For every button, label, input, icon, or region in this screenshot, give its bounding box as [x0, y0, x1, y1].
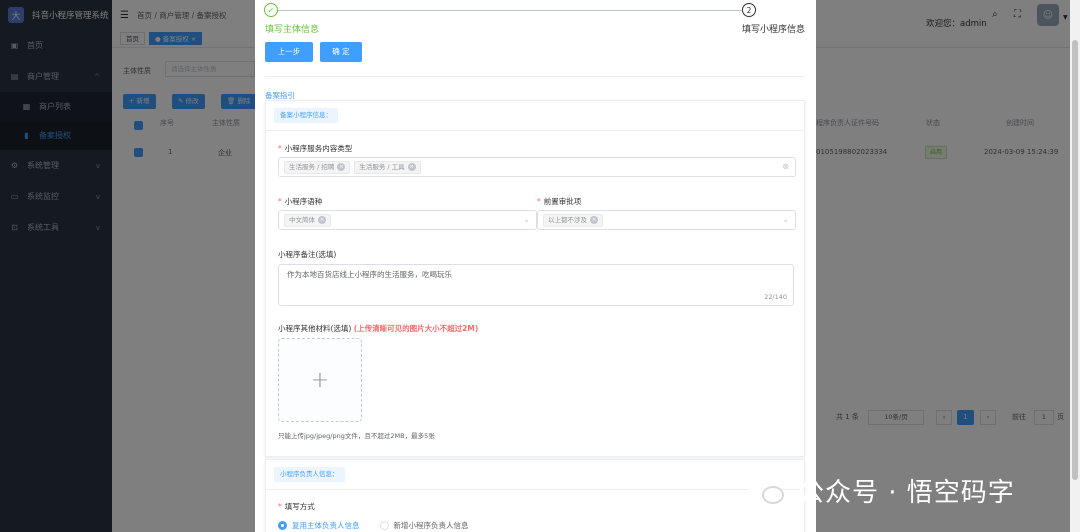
service-type-select[interactable]: 生活服务 / 招聘 × 生活服务 / 工具 × ⊗ [278, 157, 796, 177]
service-chip: 生活服务 / 招聘 × [284, 160, 351, 174]
step2-number: 2 [742, 3, 756, 17]
prev-step-button[interactable]: 上一步 [265, 42, 313, 62]
close-icon[interactable]: × [318, 216, 326, 224]
scrollbar-thumb[interactable] [1072, 40, 1078, 480]
language-select[interactable]: 中文简体 × ⌄ [278, 210, 537, 230]
clear-icon[interactable]: ⊗ [782, 162, 789, 171]
radio-new-label[interactable]: 新增小程序负责人信息 [394, 520, 469, 531]
language-chip: 中文简体 × [284, 213, 331, 227]
plus-icon: + [310, 367, 330, 393]
radio-new[interactable] [379, 521, 389, 530]
chevron-down-icon: ⌄ [782, 215, 789, 224]
service-chip: 生活服务 / 工具 × [354, 160, 421, 174]
radio-reuse-label[interactable]: 复用主体负责人信息 [292, 520, 360, 531]
steps-line [277, 10, 743, 11]
card-title: 备案小程序信息： [274, 108, 338, 123]
divider [265, 76, 805, 77]
wechat-icon [748, 476, 788, 506]
card-title: 小程序负责人信息： [274, 467, 345, 482]
material-label: 小程序其他材料(选填) (上传清晰可见的图片大小不超过2M) [278, 324, 479, 333]
confirm-button[interactable]: 确 定 [320, 42, 362, 62]
owner-info-card: 小程序负责人信息： * 填写方式 复用主体负责人信息 新增小程序负责人信息 [265, 459, 805, 532]
watermark-text: 公众号 · 悟空码字 [798, 478, 1015, 508]
pre-approval-label: * 前置审批项 [537, 197, 582, 206]
step1-check-icon: ✓ [264, 3, 278, 17]
divider [266, 130, 804, 131]
divider [266, 489, 804, 490]
remark-text: 作为本地百货店线上小程序的生活服务，吃喝玩乐 [287, 270, 452, 279]
close-icon[interactable]: × [407, 163, 416, 171]
radio-reuse[interactable] [278, 521, 287, 530]
remark-textarea[interactable]: 作为本地百货店线上小程序的生活服务，吃喝玩乐 22/140 [278, 264, 794, 306]
upload-tip: 只能上传jpg/jpeg/png文件，且不超过2MB，最多5张 [278, 432, 435, 440]
language-label: * 小程序语种 [278, 197, 323, 206]
step2-title: 填写小程序信息 [742, 25, 806, 35]
watermark: 公众号 · 悟空码字 [748, 472, 1015, 509]
close-icon[interactable]: × [337, 163, 346, 171]
miniapp-info-card: 备案小程序信息： * 小程序服务内容类型 生活服务 / 招聘 × 生活服务 / 工具… [265, 100, 805, 457]
step1-title: 填写主体信息 [265, 25, 320, 35]
chevron-down-icon: ⌄ [523, 215, 530, 224]
pre-approval-select[interactable]: 以上都不涉及 × ⌄ [537, 210, 796, 230]
close-icon[interactable]: × [590, 216, 598, 224]
fill-method-radios: 复用主体负责人信息 新增小程序负责人信息 [278, 520, 469, 531]
upload-area[interactable]: + [278, 338, 362, 422]
pre-approval-chip: 以上都不涉及 × [543, 213, 603, 227]
fill-method-label: * 填写方式 [278, 502, 315, 511]
remark-counter: 22/140 [764, 293, 787, 301]
service-type-label: * 小程序服务内容类型 [278, 144, 353, 153]
filing-dialog: ✓ 2 填写主体信息 填写小程序信息 上一步 确 定 备案指引 备案小程序信息：… [255, 0, 816, 532]
remark-label: 小程序备注(选填) [278, 250, 337, 259]
